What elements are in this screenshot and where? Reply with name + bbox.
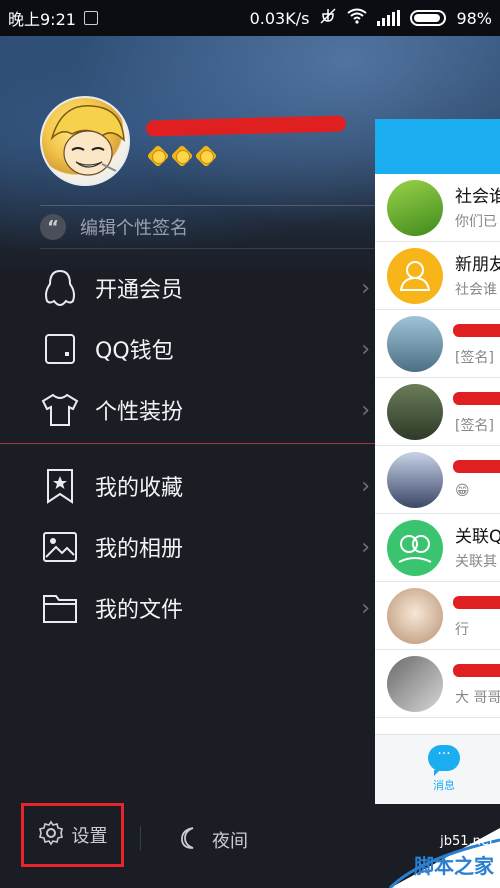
menu-item-label: 我的文件: [95, 598, 184, 623]
message-bubble-icon: ···: [428, 745, 460, 776]
chat-subtitle: [签名]: [455, 350, 494, 366]
wifi-icon: [347, 8, 368, 28]
menu-item-label: 我的收藏: [95, 476, 184, 501]
chevron-right-icon: ›: [361, 397, 370, 423]
menu-item-wallet[interactable]: QQ钱包 ›: [40, 319, 370, 379]
chat-subtitle: 大 哥哥: [455, 690, 500, 706]
chat-subtitle: [签名]: [455, 418, 494, 434]
conversation-topbar: [375, 119, 500, 174]
image-icon: [40, 527, 80, 567]
settings-label: 设置: [71, 826, 108, 847]
name-redacted: [453, 596, 500, 609]
night-label: 夜间: [212, 831, 248, 852]
chat-subtitle: 社会谁: [455, 282, 497, 298]
app-notification-icon: [83, 11, 98, 25]
tshirt-icon: [40, 390, 80, 430]
status-time: 晚上9:21: [8, 10, 76, 29]
signature-row[interactable]: “ 编辑个性签名: [40, 205, 375, 249]
sun-level-icon: [148, 146, 168, 166]
bookmark-star-icon: [40, 466, 80, 506]
menu-item-theme[interactable]: 个性装扮 ›: [40, 380, 370, 440]
chevron-right-icon: ›: [361, 534, 370, 560]
bottom-tab-bar: ··· 消息: [375, 734, 500, 804]
chat-row[interactable]: 大 哥哥: [375, 650, 500, 718]
chat-title: 社会谁: [455, 187, 500, 207]
battery-percent: 98%: [456, 8, 492, 28]
sun-level-icon: [196, 146, 216, 166]
avatar[interactable]: [40, 96, 130, 186]
chat-subtitle: 关联其: [455, 554, 497, 570]
wallet-icon: [40, 329, 80, 369]
chevron-right-icon: ›: [361, 595, 370, 621]
avatar: [387, 180, 443, 236]
chat-title: 新朋友: [455, 255, 500, 275]
avatar: [387, 384, 443, 440]
chevron-right-icon: ›: [361, 336, 370, 362]
chat-subtitle: 😁: [455, 483, 470, 499]
chat-row[interactable]: 行: [375, 582, 500, 650]
penguin-icon: [40, 268, 80, 308]
avatar: [387, 656, 443, 712]
gear-icon: [38, 820, 64, 850]
menu-item-label: 我的相册: [95, 537, 184, 562]
battery-icon: [410, 10, 447, 26]
tab-messages[interactable]: ··· 消息: [427, 745, 461, 793]
quote-icon: “: [40, 214, 66, 240]
avatar: [387, 588, 443, 644]
moon-icon: [176, 825, 202, 855]
menu-item-favorites[interactable]: 我的收藏 ›: [40, 456, 370, 516]
avatar: [387, 316, 443, 372]
bottom-divider: [140, 826, 141, 850]
chat-row[interactable]: [签名]: [375, 310, 500, 378]
menu-item-files[interactable]: 我的文件 ›: [40, 578, 370, 638]
chat-subtitle: 行: [455, 622, 469, 638]
chat-row[interactable]: 关联Q 关联其: [375, 514, 500, 582]
conversation-list-preview[interactable]: 社会谁 你们已 新朋友 社会谁 [签名] [签名] 😁 关联Q 关联其 行 大 …: [375, 119, 500, 804]
menu-item-label: 个性装扮: [95, 400, 184, 425]
signal-icon: [377, 10, 401, 26]
tab-messages-label: 消息: [433, 779, 455, 792]
menu-item-label: 开通会员: [95, 278, 184, 303]
chevron-right-icon: ›: [361, 275, 370, 301]
name-redacted: [453, 460, 500, 473]
name-redacted: [453, 324, 500, 337]
name-redacted: [453, 664, 500, 677]
menu-item-vip[interactable]: 开通会员 ›: [40, 258, 370, 318]
network-speed: 0.03K/s: [249, 8, 310, 28]
folder-icon: [40, 588, 80, 628]
settings-button[interactable]: 设置: [21, 803, 124, 867]
menu-item-album[interactable]: 我的相册 ›: [40, 517, 370, 577]
sun-level-icon: [172, 146, 192, 166]
chat-row[interactable]: [签名]: [375, 378, 500, 446]
signature-placeholder: 编辑个性签名: [80, 218, 188, 239]
watermark-brand: 脚本之家: [414, 854, 494, 878]
night-mode-button[interactable]: 夜间: [176, 822, 248, 858]
mute-icon: [319, 7, 337, 29]
chevron-right-icon: ›: [361, 473, 370, 499]
watermark-site: jb51.net: [440, 834, 494, 849]
avatar: [387, 452, 443, 508]
menu-item-label: QQ钱包: [95, 339, 174, 364]
chat-subtitle: 你们已: [455, 214, 497, 230]
status-bar: 晚上9:21 0.03K/s 98%: [0, 0, 500, 36]
section-divider: [0, 443, 375, 444]
chat-row[interactable]: 😁: [375, 446, 500, 514]
name-redacted: [453, 392, 500, 405]
new-friend-icon: [387, 248, 443, 304]
qq-level-badges: [148, 146, 216, 166]
chat-row[interactable]: 新朋友 社会谁: [375, 242, 500, 310]
site-watermark: jb51.net 脚本之家: [350, 828, 500, 888]
chat-row[interactable]: 社会谁 你们已: [375, 174, 500, 242]
linked-account-icon: [387, 520, 443, 576]
chat-title: 关联Q: [455, 527, 500, 547]
